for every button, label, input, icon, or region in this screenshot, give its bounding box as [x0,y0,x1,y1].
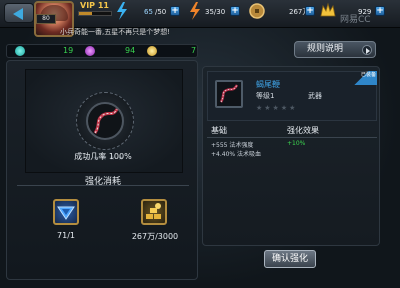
top-bar: 80 VIP 11 65 /50 + 35/30 + 267万 + 929 + … [0,0,400,37]
whip-item-icon [215,80,243,108]
gold-material-icon[interactable] [141,199,167,225]
vip-label: VIP 11 [80,1,109,10]
shard-material-icon[interactable] [53,199,79,225]
add-stamina-button[interactable]: + [170,6,180,16]
resource-row: 19 94 7 [6,44,198,58]
energy-value: 35/30 [205,8,226,16]
stamina-value: 65 [144,8,153,16]
enhance-left-panel: ★★★★★ 成功几率 100% 强化消耗 71/1 267万/3000 [6,60,198,280]
attr-row-base: +555 法术强度 [211,142,254,149]
enhance-seal-icon [76,92,134,150]
attr-row-bonus: +10% [287,140,306,147]
whip-icon [93,108,119,134]
divider [17,185,189,186]
rules-button[interactable]: 规则说明 [294,41,376,58]
arrow-right-icon [362,45,372,55]
lightning-icon [117,2,127,20]
item-type: 武器 [308,92,322,100]
item-card[interactable]: 蝎尾鞭 等级1 武器 ★★★★★ 已装备 [207,71,377,121]
divider [207,137,377,138]
energy-icon [190,2,200,20]
add-diamonds-button[interactable]: + [375,6,385,16]
back-arrow-icon [13,8,23,20]
equipped-tag: 已装备 [353,71,377,85]
watermark: 网易CC [340,15,371,25]
base-attr-header: 基础 [211,126,227,135]
resource-value: 19 [63,46,74,55]
coin-icon [249,3,265,19]
gold-gem-icon [147,46,157,56]
confirm-enhance-button[interactable]: 确认强化 [264,250,316,268]
rules-button-label: 规则说明 [307,44,344,54]
add-coins-button[interactable]: + [305,6,315,16]
enhance-attr-header: 强化效果 [287,126,319,135]
purple-gem-icon [85,46,95,56]
stamina-max: /50 [155,8,167,16]
resource-value: 7 [191,46,197,55]
whip-icon [219,84,239,103]
vip-progress-bar [78,11,112,16]
player-level-badge: 80 [36,14,56,24]
gold-count: 267万/3000 [131,232,179,241]
shard-count: 71/1 [57,231,75,240]
green-gem-icon [15,46,25,56]
item-star-rating: ★★★★★ [256,104,298,112]
success-rate: 成功几率 100% [74,152,132,161]
attr-row-base: +4.40% 法术吸血 [211,151,261,158]
add-energy-button[interactable]: + [230,6,240,16]
gold-bars-icon [146,203,161,219]
resource-value: 94 [125,46,136,55]
back-button[interactable] [4,3,34,23]
announcement-marquee: 小兵奇能一番,五星不再只是个梦想! [60,28,171,36]
item-detail-panel: 蝎尾鞭 等级1 武器 ★★★★★ 已装备 基础 强化效果 +555 法术强度 +… [202,66,380,246]
item-level: 等级1 [256,92,275,100]
shard-icon [57,206,75,220]
enhance-screen: 80 VIP 11 65 /50 + 35/30 + 267万 + 929 + … [0,0,400,288]
item-name: 蝎尾鞭 [256,80,280,89]
crown-icon [320,2,336,17]
